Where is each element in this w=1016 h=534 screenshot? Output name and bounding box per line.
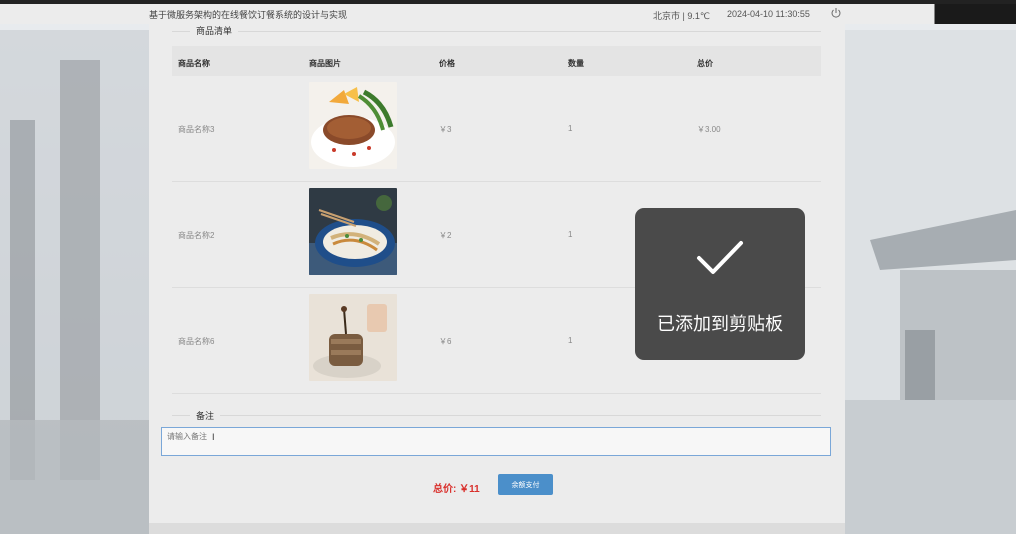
product-name: 商品名称2 [178,231,215,240]
header-image: 商品图片 [309,59,341,68]
product-name: 商品名称6 [178,337,215,346]
total-price: 总价: ￥11 [433,484,480,495]
product-name: 商品名称3 [178,125,215,134]
product-price: ￥3 [439,125,452,134]
product-image-noodles [309,188,397,275]
top-bar: 基于微服务架构的在线餐饮订餐系统的设计与实现 北京市 | 9.1℃ 2024-0… [0,0,1016,24]
header-name: 商品名称 [178,59,210,68]
table-header: 商品名称 商品图片 价格 数量 总价 [172,46,821,76]
header-total: 总价 [697,59,713,68]
datetime: 2024-04-10 11:30:55 [727,9,810,19]
panel-bottom-edge [149,523,845,534]
product-total: ￥3.00 [697,125,721,134]
text-cursor-icon: I [212,432,215,442]
table-row: 商品名称3 ￥3 1 ￥3.00 [172,76,821,182]
remark-title: 备注 [190,409,221,422]
header-qty: 数量 [568,59,584,68]
remark-input[interactable] [161,427,831,456]
clipboard-toast: 已添加到剪贴板 [635,208,805,360]
product-price: ￥6 [439,337,452,346]
product-image-steak [309,82,397,169]
balance-pay-button[interactable]: 余额支付 [498,474,553,495]
header-price: 价格 [439,59,455,68]
product-qty: 1 [568,336,573,345]
section-divider [172,31,821,32]
power-icon[interactable] [830,7,842,19]
product-qty: 1 [568,124,573,133]
product-price: ￥2 [439,231,452,240]
toast-message: 已添加到剪贴板 [657,314,783,334]
app-title: 基于微服务架构的在线餐饮订餐系统的设计与实现 [149,10,348,20]
section-divider [172,415,821,416]
weather-info: 北京市 | 9.1℃ [653,11,710,21]
product-image-dessert [309,294,397,381]
product-qty: 1 [568,230,573,239]
product-list-title: 商品清单 [190,24,239,37]
checkmark-icon [697,241,743,274]
